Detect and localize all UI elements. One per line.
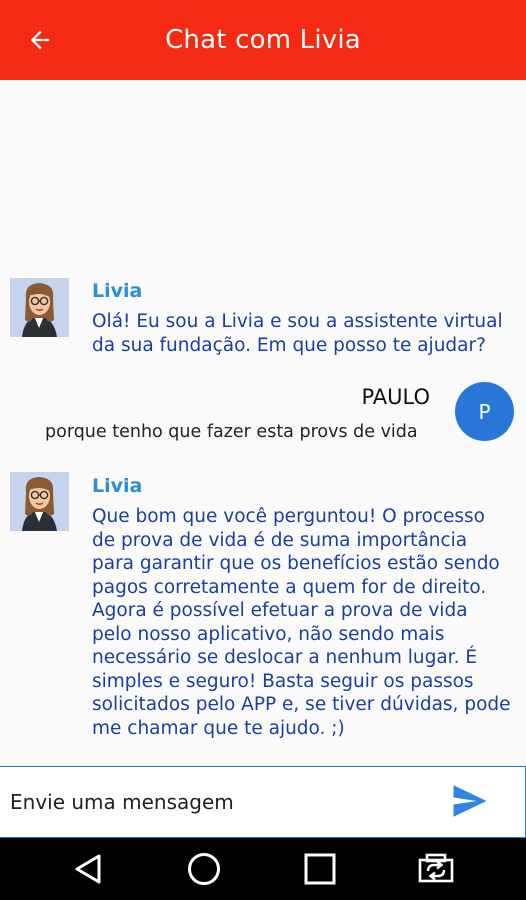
message-text: Olá! Eu sou a Livia e sou a assistente v… <box>92 311 503 356</box>
screen-rotate-icon <box>418 853 454 883</box>
user-avatar: P <box>455 382 514 441</box>
nav-back-button[interactable] <box>70 851 106 887</box>
message-sender-name: Livia <box>92 475 143 497</box>
nav-home-button[interactable] <box>186 851 222 887</box>
bot-avatar <box>10 472 69 531</box>
nav-recents-button[interactable] <box>302 851 338 887</box>
arrow-back-icon <box>30 30 50 50</box>
message-text: porque tenho que fazer esta provs de vid… <box>45 422 418 442</box>
page-title: Chat com Livia <box>165 25 361 55</box>
send-button[interactable] <box>452 785 490 819</box>
recents-square-icon <box>304 853 336 885</box>
message-sender-name: Livia <box>92 280 143 302</box>
chat-area[interactable]: Livia Olá! Eu sou a Livia e sou a assist… <box>0 80 526 766</box>
send-icon <box>453 785 487 817</box>
app-bar: Chat com Livia <box>0 0 526 80</box>
message-input[interactable] <box>10 781 430 823</box>
back-triangle-icon <box>75 854 101 884</box>
back-button[interactable] <box>22 22 58 58</box>
system-navigation-bar <box>0 838 526 900</box>
message-text: Que bom que você perguntou! O processo d… <box>92 506 511 739</box>
home-circle-icon <box>188 853 220 885</box>
nav-rotate-button[interactable] <box>418 851 454 887</box>
message-sender-name: PAULO <box>361 385 430 409</box>
bot-avatar <box>10 278 69 337</box>
message-composer <box>0 766 526 838</box>
